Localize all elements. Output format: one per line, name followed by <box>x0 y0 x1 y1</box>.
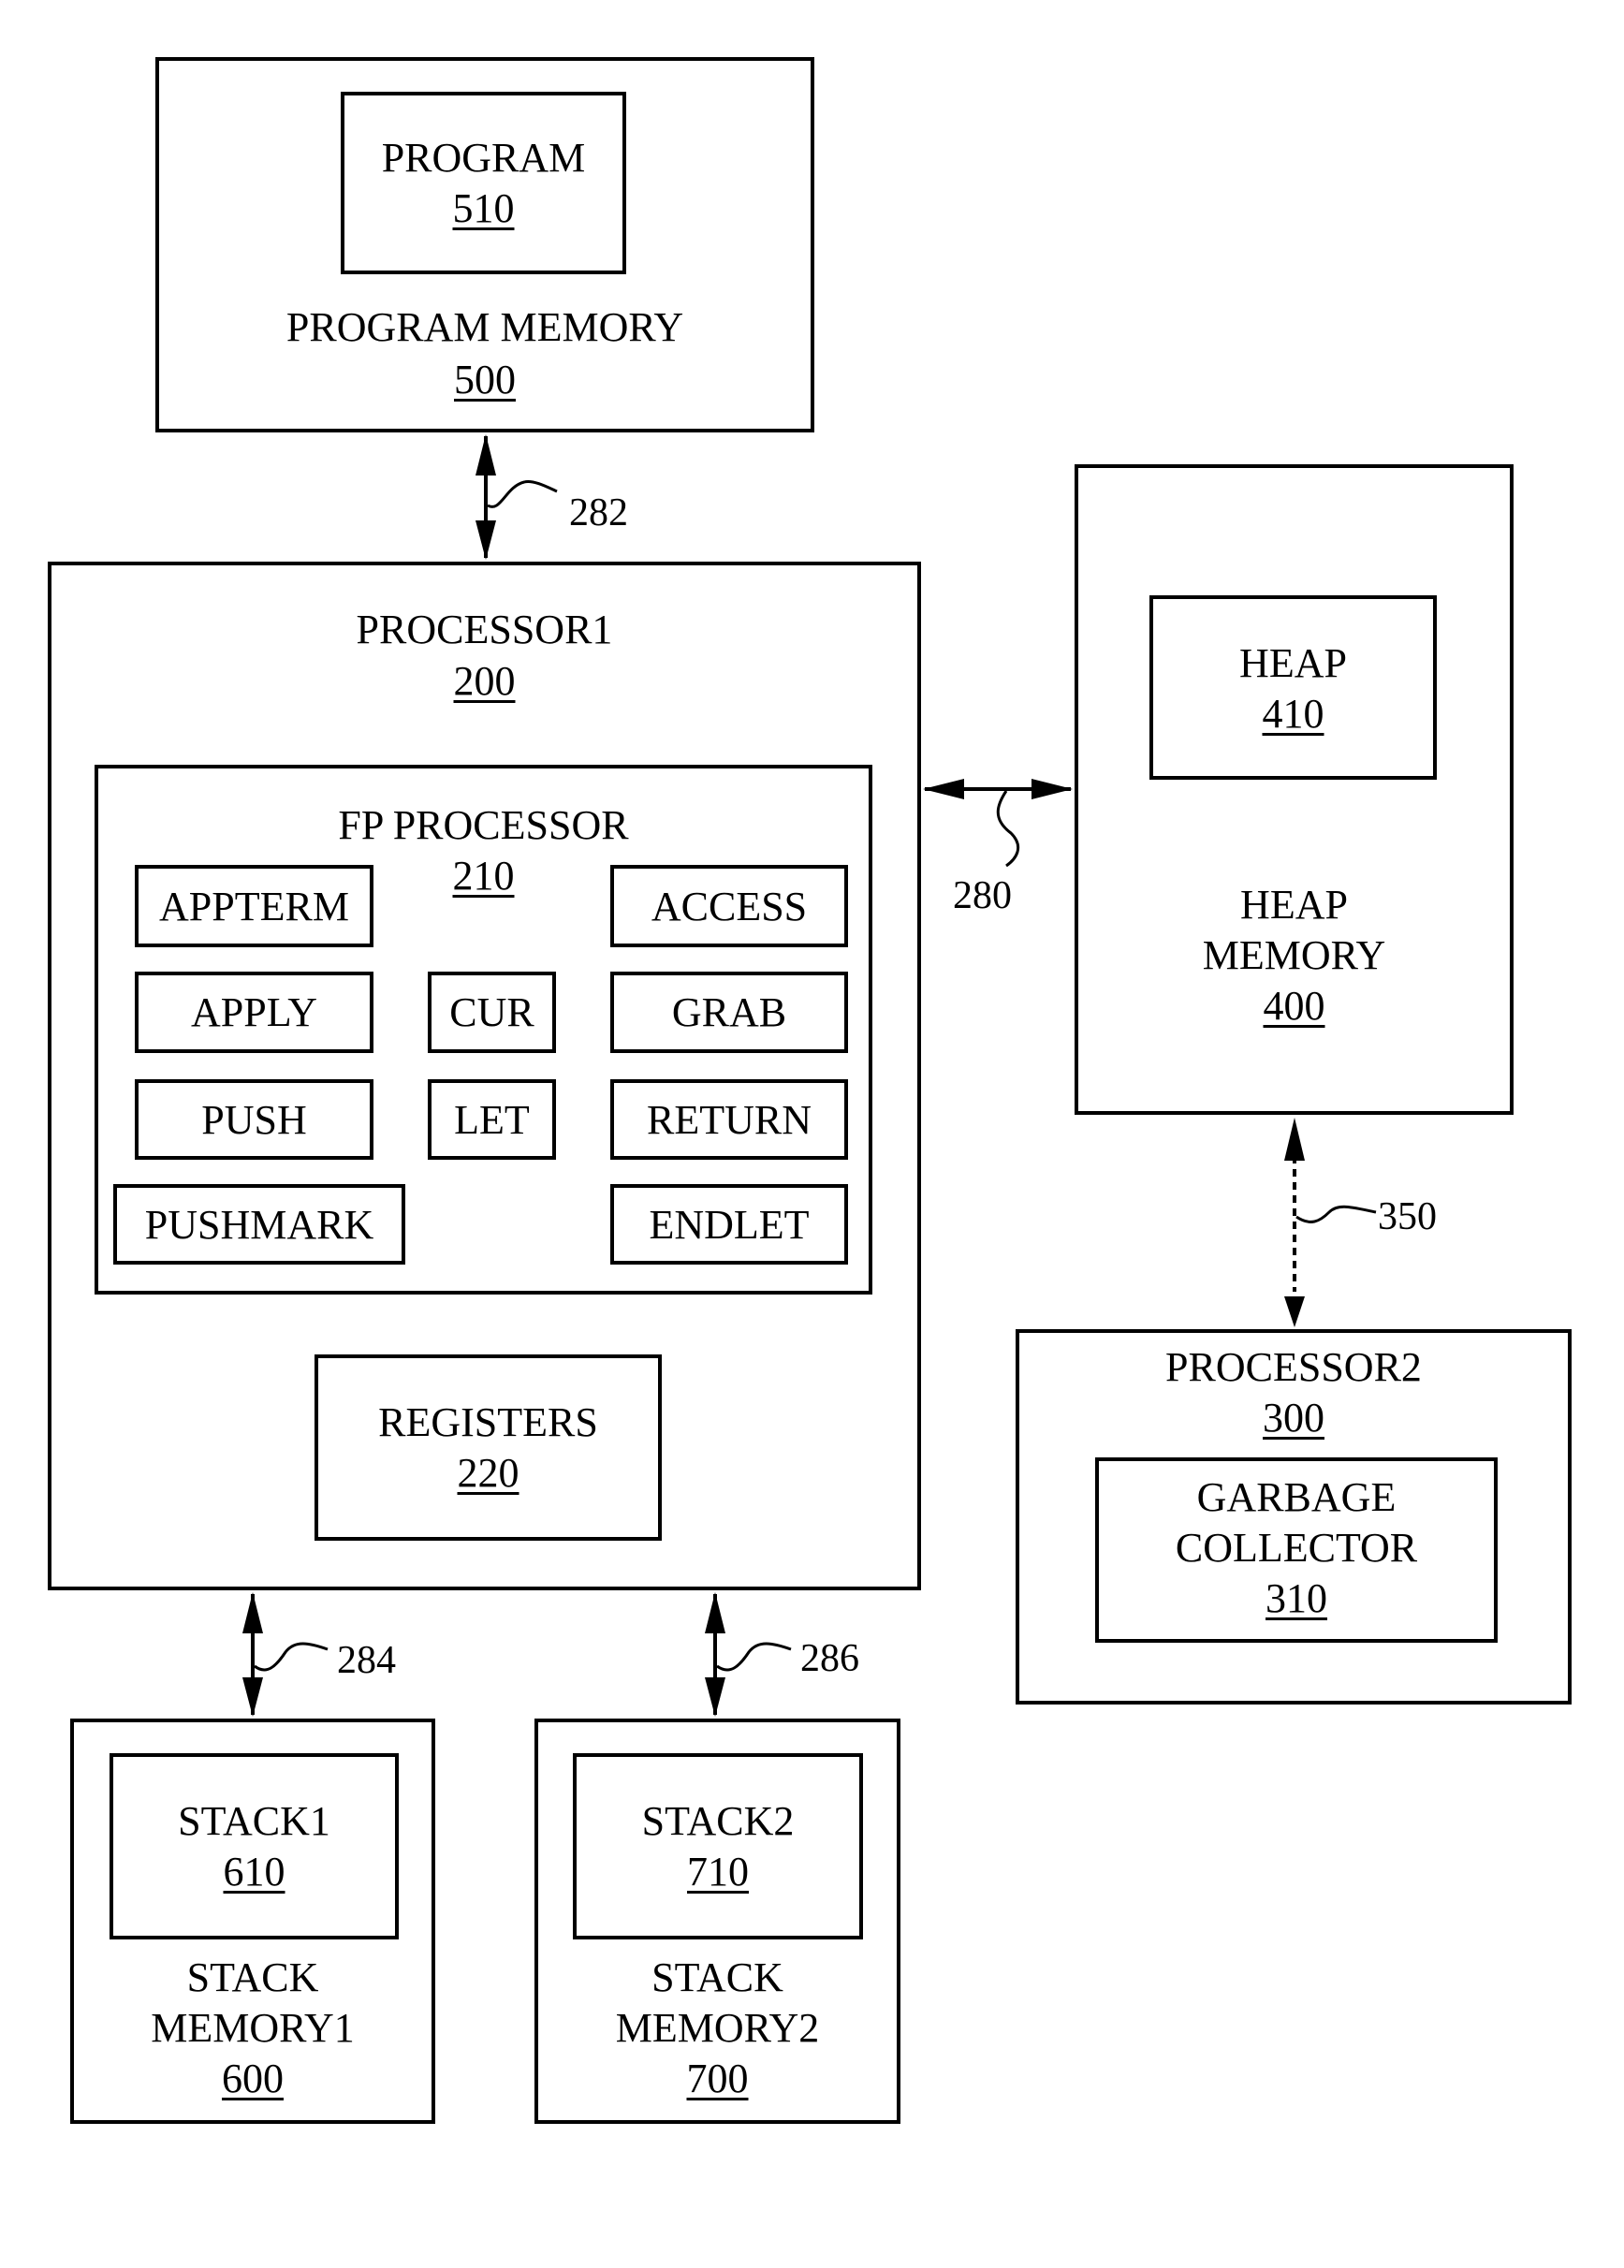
fp-processor-block: FP PROCESSOR 210 APPTERM ACCESS APPLY CU… <box>95 765 872 1295</box>
stack2-block: STACK2 710 <box>573 1753 863 1939</box>
ref-label-280: 280 <box>953 874 1012 917</box>
stack-memory1-label-line2: MEMORY1 <box>151 2005 355 2051</box>
ref-label-286: 286 <box>800 1637 859 1680</box>
stack-memory2-block: STACK2 710 STACK MEMORY2 700 <box>534 1719 900 2124</box>
heap-label: HEAP <box>1239 640 1347 686</box>
stack-memory2-label-line2: MEMORY2 <box>615 2005 820 2051</box>
arrow-350 <box>1284 1118 1377 1327</box>
instruction-push: PUSH <box>135 1079 373 1160</box>
garbage-collector-label-line1: GARBAGE <box>1196 1474 1397 1520</box>
processor1-label: PROCESSOR1 <box>356 607 613 652</box>
heap-memory-label-line1: HEAP <box>1240 882 1348 928</box>
processor1-ref: 200 <box>453 658 516 704</box>
stack1-ref: 610 <box>223 1849 285 1895</box>
stack-memory2-ref: 700 <box>686 2056 749 2101</box>
instruction-endlet: ENDLET <box>610 1184 848 1265</box>
instruction-access: ACCESS <box>610 865 848 947</box>
heap-ref: 410 <box>1262 691 1324 737</box>
stack1-block: STACK1 610 <box>110 1753 399 1939</box>
arrow-286 <box>705 1592 792 1717</box>
ref-label-350: 350 <box>1378 1195 1437 1238</box>
arrow-280 <box>923 779 1073 868</box>
registers-label: REGISTERS <box>378 1399 598 1445</box>
stack-memory1-label-line1: STACK <box>186 1954 319 2000</box>
program-label: PROGRAM <box>381 135 586 181</box>
instruction-appterm: APPTERM <box>135 865 373 947</box>
instruction-return: RETURN <box>610 1079 848 1160</box>
garbage-collector-label-line2: COLLECTOR <box>1175 1525 1418 1571</box>
arrow-282 <box>475 434 558 560</box>
stack1-label: STACK1 <box>178 1798 330 1844</box>
fp-processor-label: FP PROCESSOR <box>338 802 629 848</box>
heap-memory-ref: 400 <box>1263 983 1325 1029</box>
stack-memory1-block: STACK1 610 STACK MEMORY1 600 <box>70 1719 435 2124</box>
instruction-pushmark: PUSHMARK <box>113 1184 405 1265</box>
instruction-let: LET <box>428 1079 556 1160</box>
processor2-ref: 300 <box>1263 1395 1324 1441</box>
program-memory-label: PROGRAM MEMORY <box>285 304 684 350</box>
ref-label-282: 282 <box>569 491 628 534</box>
arrow-284 <box>242 1592 329 1717</box>
heap-block: HEAP 410 <box>1149 595 1437 780</box>
instruction-grab: GRAB <box>610 972 848 1053</box>
heap-memory-label-line2: MEMORY <box>1202 932 1386 978</box>
program-memory-block: PROGRAM 510 PROGRAM MEMORY 500 <box>155 57 814 432</box>
ref-label-284: 284 <box>337 1639 396 1682</box>
program-memory-ref: 500 <box>454 357 516 402</box>
instruction-apply: APPLY <box>135 972 373 1053</box>
registers-block: REGISTERS 220 <box>315 1354 662 1541</box>
instruction-cur: CUR <box>428 972 556 1053</box>
garbage-collector-block: GARBAGE COLLECTOR 310 <box>1095 1457 1498 1643</box>
stack-memory2-label-line1: STACK <box>651 1954 783 2000</box>
processor1-block: PROCESSOR1 200 FP PROCESSOR 210 APPTERM … <box>48 562 921 1590</box>
stack2-label: STACK2 <box>641 1798 795 1844</box>
processor2-label: PROCESSOR2 <box>1165 1344 1422 1390</box>
program-block: PROGRAM 510 <box>341 92 626 274</box>
program-ref: 510 <box>452 185 515 231</box>
heap-memory-block: HEAP 410 HEAP MEMORY 400 <box>1075 464 1514 1115</box>
garbage-collector-ref: 310 <box>1266 1575 1327 1621</box>
stack2-ref: 710 <box>687 1849 749 1895</box>
processor2-block: PROCESSOR2 300 GARBAGE COLLECTOR 310 <box>1016 1329 1572 1705</box>
stack-memory1-ref: 600 <box>222 2056 284 2101</box>
registers-ref: 220 <box>457 1450 519 1496</box>
